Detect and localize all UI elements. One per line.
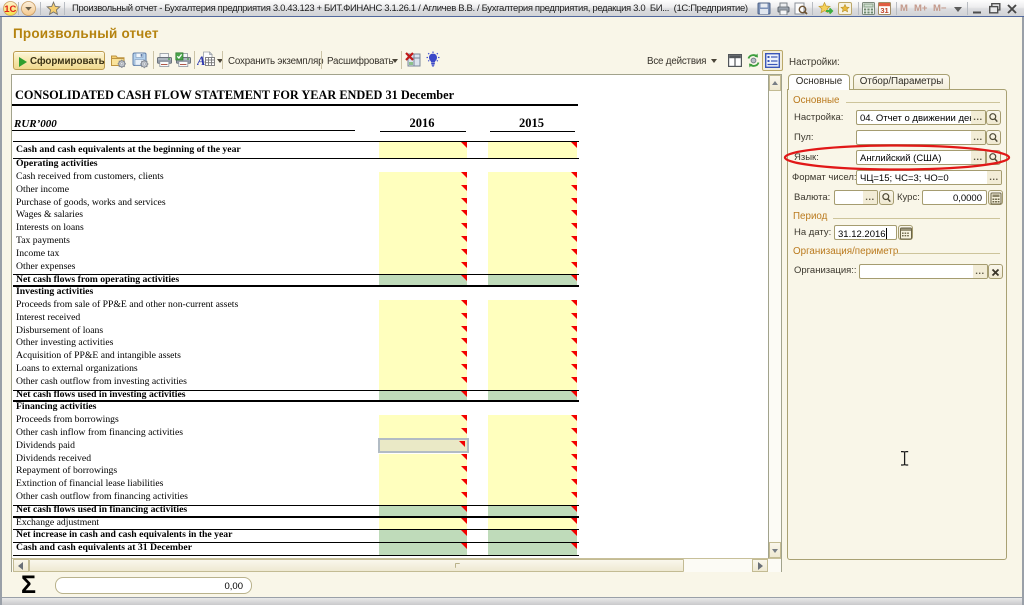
- svg-text:1С: 1С: [4, 4, 16, 15]
- svg-text:A: A: [197, 54, 205, 68]
- svg-text:31: 31: [880, 6, 888, 15]
